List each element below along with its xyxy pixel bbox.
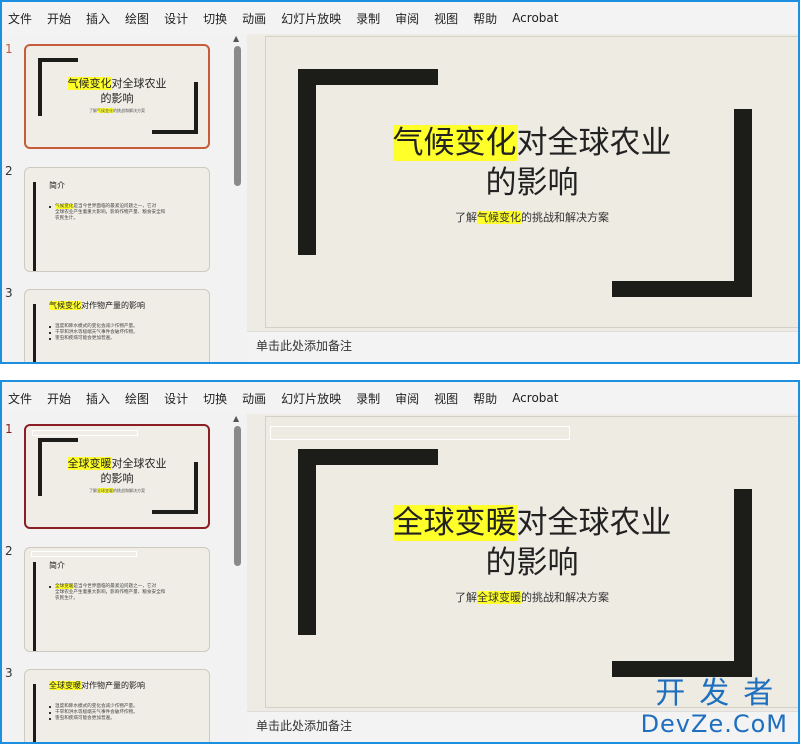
list-item: 害虫和疾病可能会更加普遍。: [49, 336, 195, 342]
thumb-heading: 简介: [49, 181, 65, 190]
main-slide-canvas[interactable]: 气候变化对全球农业 的影响 了解气候变化的挑战和解决方案: [265, 36, 798, 328]
bracket-right: [194, 462, 198, 514]
thumb-subtitle: 了解全球变暖的挑战和解决方案: [89, 488, 145, 493]
thumb-title: 全球变暖对全球农业 的影响: [67, 457, 167, 485]
bracket-top: [38, 438, 78, 442]
menu-draw[interactable]: 绘图: [125, 10, 149, 27]
menu-help[interactable]: 帮助: [473, 390, 497, 407]
menu-file[interactable]: 文件: [8, 10, 32, 27]
menu-file[interactable]: 文件: [8, 390, 32, 407]
accent-bar: [33, 684, 36, 742]
scroll-thumb[interactable]: [234, 46, 241, 186]
menu-review[interactable]: 审阅: [395, 10, 419, 27]
accent-bar: [33, 304, 36, 362]
slide-thumbnail-1[interactable]: 气候变化对全球农业 的影响 了解气候变化的挑战和解决方案: [24, 44, 210, 149]
menu-transitions[interactable]: 切换: [203, 390, 227, 407]
slide-thumbnail-pane: 1 气候变化对全球农业 的影响 了解气候变化的挑战和解决方案 2 简介 气候变化是…: [2, 34, 230, 362]
menu-animations[interactable]: 动画: [242, 390, 266, 407]
slide-number: 3: [5, 286, 13, 300]
empty-placeholder: [31, 551, 137, 557]
ribbon-menu-bar: 文件 开始 插入 绘图 设计 切换 动画 幻灯片放映 录制 审阅 视图 帮助 A…: [2, 382, 798, 414]
menu-insert[interactable]: 插入: [86, 390, 110, 407]
slide-number: 1: [5, 42, 13, 56]
thumb-heading: 全球变暖对作物产量的影响: [49, 681, 145, 690]
menu-record[interactable]: 录制: [356, 390, 380, 407]
thumb-subtitle: 了解气候变化的挑战和解决方案: [89, 108, 145, 113]
bracket-top: [298, 69, 438, 85]
menu-design[interactable]: 设计: [164, 390, 188, 407]
bracket-right: [734, 489, 752, 677]
bracket-bottom: [152, 510, 198, 514]
slide-title[interactable]: 全球变暖对全球农业 的影响: [266, 503, 798, 583]
menu-review[interactable]: 审阅: [395, 390, 419, 407]
slide-number: 3: [5, 666, 13, 680]
slide-number: 2: [5, 544, 13, 558]
slide-subtitle[interactable]: 了解气候变化的挑战和解决方案: [266, 209, 798, 225]
thumb-bullets: 温度和降水模式的变化会减少作物产量。 干旱和洪水等极端天气事件会破坏作物。 害虫…: [49, 324, 195, 342]
menu-record[interactable]: 录制: [356, 10, 380, 27]
bracket-top: [38, 58, 78, 62]
menu-acrobat[interactable]: Acrobat: [512, 11, 558, 25]
list-item: 农民生计。: [55, 596, 78, 601]
menu-insert[interactable]: 插入: [86, 10, 110, 27]
powerpoint-window-before: 文件 开始 插入 绘图 设计 切换 动画 幻灯片放映 录制 审阅 视图 帮助 A…: [0, 0, 800, 364]
menu-slideshow[interactable]: 幻灯片放映: [281, 10, 341, 27]
slide-thumbnail-3[interactable]: 全球变暖对作物产量的影响 温度和降水模式的变化会减少作物产量。 干旱和洪水等极端…: [24, 669, 210, 742]
scroll-up-icon[interactable]: ▲: [233, 414, 239, 423]
main-slide-canvas[interactable]: 全球变暖对全球农业 的影响 了解全球变暖的挑战和解决方案: [265, 416, 798, 708]
bracket-bottom: [152, 130, 198, 134]
thumb-bullets: 温度和降水模式的变化会减少作物产量。 干旱和洪水等极端天气事件会破坏作物。 害虫…: [49, 704, 195, 722]
menu-acrobat[interactable]: Acrobat: [512, 391, 558, 405]
slide-editing-area: 气候变化对全球农业 的影响 了解气候变化的挑战和解决方案 单击此处添加备注: [247, 34, 798, 362]
slide-thumbnail-1[interactable]: 全球变暖对全球农业 的影响 了解全球变暖的挑战和解决方案: [24, 424, 210, 529]
menu-view[interactable]: 视图: [434, 10, 458, 27]
bracket-right: [194, 82, 198, 134]
list-item: 农民生计。: [55, 216, 78, 221]
list-item: 气候变化是当今世界面临的最紧迫问题之一，它对: [49, 204, 195, 210]
list-item: 全球变暖是当今世界面临的最紧迫问题之一，它对: [49, 584, 195, 590]
empty-placeholder[interactable]: [270, 426, 570, 440]
thumb-bullets: 气候变化是当今世界面临的最紧迫问题之一，它对 全球农业产生着重大影响，影响作物产…: [49, 204, 195, 222]
list-item: 害虫和疾病可能会更加普遍。: [49, 716, 195, 722]
menu-draw[interactable]: 绘图: [125, 390, 149, 407]
slide-title[interactable]: 气候变化对全球农业 的影响: [266, 123, 798, 203]
menu-slideshow[interactable]: 幻灯片放映: [281, 390, 341, 407]
menu-transitions[interactable]: 切换: [203, 10, 227, 27]
slide-thumbnail-2[interactable]: 简介 全球变暖是当今世界面临的最紧迫问题之一，它对 全球农业产生着重大影响，影响…: [24, 547, 210, 652]
menu-view[interactable]: 视图: [434, 390, 458, 407]
slide-thumbnail-2[interactable]: 简介 气候变化是当今世界面临的最紧迫问题之一，它对 全球农业产生着重大影响，影响…: [24, 167, 210, 272]
slide-number: 2: [5, 164, 13, 178]
thumb-bullets: 全球变暖是当今世界面临的最紧迫问题之一，它对 全球农业产生着重大影响，影响作物产…: [49, 584, 195, 602]
watermark-cn: 开发者: [655, 676, 788, 711]
menu-animations[interactable]: 动画: [242, 10, 266, 27]
menu-design[interactable]: 设计: [164, 10, 188, 27]
bracket-bottom: [612, 281, 752, 297]
thumbnail-scrollbar[interactable]: ▲: [231, 34, 245, 362]
scroll-thumb[interactable]: [234, 426, 241, 566]
slide-thumbnail-3[interactable]: 气候变化对作物产量的影响 温度和降水模式的变化会减少作物产量。 干旱和洪水等极端…: [24, 289, 210, 362]
watermark-en: DevZe.CoM: [640, 710, 788, 738]
accent-bar: [33, 562, 36, 651]
ribbon-menu-bar: 文件 开始 插入 绘图 设计 切换 动画 幻灯片放映 录制 审阅 视图 帮助 A…: [2, 2, 798, 34]
slide-subtitle[interactable]: 了解全球变暖的挑战和解决方案: [266, 589, 798, 605]
thumbnail-scrollbar[interactable]: ▲: [231, 414, 245, 742]
menu-home[interactable]: 开始: [47, 10, 71, 27]
empty-placeholder: [32, 430, 138, 436]
bracket-top: [298, 449, 438, 465]
site-watermark: 开发者 DevZe.CoM: [640, 676, 788, 739]
thumb-heading: 简介: [49, 561, 65, 570]
bracket-right: [734, 109, 752, 297]
bracket-bottom: [612, 661, 752, 677]
menu-help[interactable]: 帮助: [473, 10, 497, 27]
menu-home[interactable]: 开始: [47, 390, 71, 407]
accent-bar: [33, 182, 36, 271]
slide-thumbnail-pane: 1 全球变暖对全球农业 的影响 了解全球变暖的挑战和解决方案 2 简介 全球变暖是…: [2, 414, 230, 742]
scroll-up-icon[interactable]: ▲: [233, 34, 239, 43]
notes-pane[interactable]: 单击此处添加备注: [247, 331, 798, 362]
thumb-heading: 气候变化对作物产量的影响: [49, 301, 145, 310]
slide-number: 1: [5, 422, 13, 436]
thumb-title: 气候变化对全球农业 的影响: [67, 77, 167, 105]
